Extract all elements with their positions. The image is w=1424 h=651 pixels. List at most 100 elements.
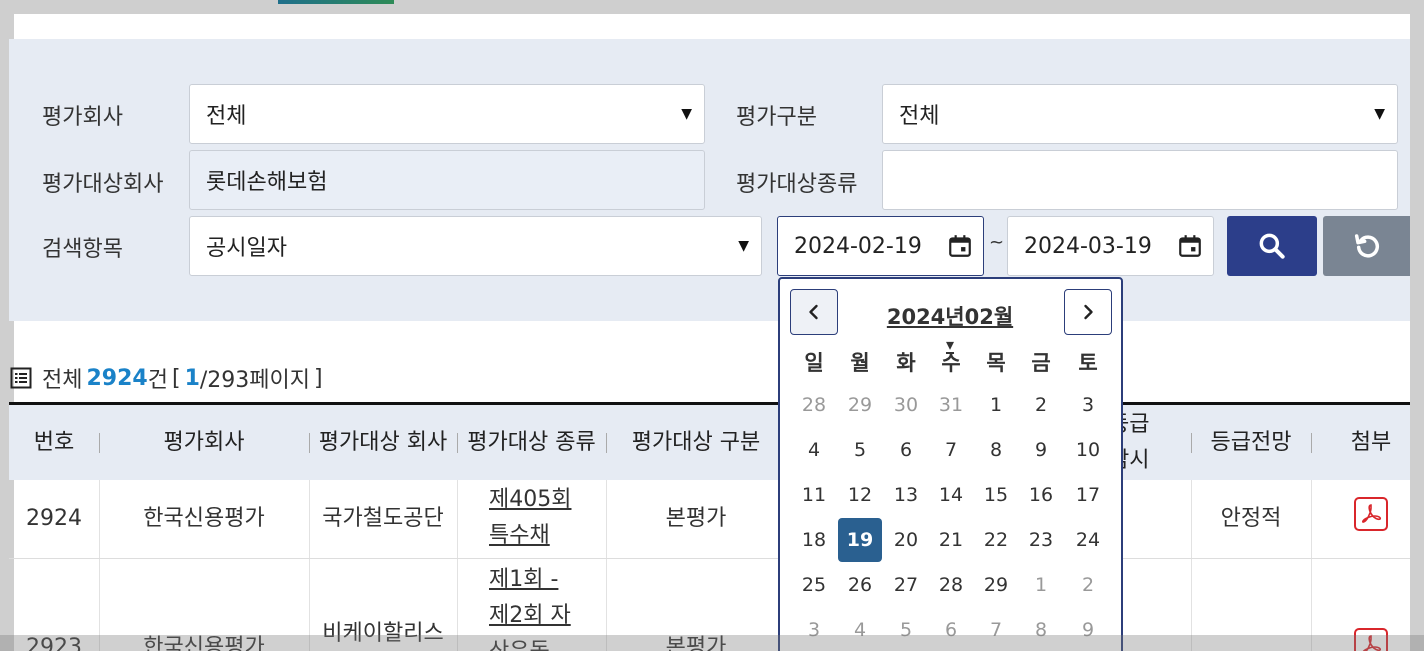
- calendar-day[interactable]: 23: [1019, 518, 1063, 562]
- table-header: 번호 평가회사 평가대상 회사 평가대상 종류 평가대상 구분 등급 감시 등급…: [9, 405, 1424, 480]
- calendar-day[interactable]: 21: [929, 518, 973, 562]
- cell-target-kind-link[interactable]: 제405회: [457, 482, 606, 518]
- datepicker-popup: 2024년02월 ▾ 일 월 화 수 목 금 토 28 29 30 31 1 2 3 4 5 6 7 8 9 10 11 1…: [778, 277, 1123, 651]
- target-company-label: 평가대상회사: [42, 172, 164, 197]
- header-target-type: 평가대상 구분: [631, 429, 761, 455]
- weekday-header: 일: [804, 351, 824, 375]
- calendar-day[interactable]: 28: [929, 563, 973, 607]
- calendar-day[interactable]: 11: [792, 473, 836, 517]
- cell-target-kind-link[interactable]: 제1회 -: [457, 562, 606, 598]
- search-item-select[interactable]: 공시일자 ▼: [189, 216, 762, 276]
- calendar-day[interactable]: 10: [1066, 428, 1110, 472]
- chevron-left-icon: [809, 304, 818, 320]
- calendar-day[interactable]: 26: [838, 563, 882, 607]
- calendar-day[interactable]: 2: [1019, 383, 1063, 427]
- header-target-company: 평가대상 회사: [318, 429, 448, 455]
- calendar-icon[interactable]: [1177, 233, 1203, 259]
- target-kind-label: 평가대상종류: [736, 172, 858, 197]
- date-from-value: 2024-02-19: [794, 233, 922, 259]
- list-icon: [10, 367, 32, 389]
- rating-type-label: 평가구분: [736, 105, 817, 130]
- calendar-day[interactable]: 20: [884, 518, 928, 562]
- cell-target-kind-link[interactable]: 특수채: [457, 518, 606, 554]
- bracket-open: [: [171, 365, 181, 391]
- calendar-day[interactable]: 30: [884, 383, 928, 427]
- calendar-day[interactable]: 16: [1019, 473, 1063, 517]
- date-from-input[interactable]: 2024-02-19: [777, 216, 984, 276]
- calendar-day[interactable]: 27: [884, 563, 928, 607]
- bracket-close: ]: [314, 365, 323, 391]
- calendar-day[interactable]: 15: [974, 473, 1018, 517]
- total-count: 2924: [86, 365, 148, 391]
- cell-target-kind-link[interactable]: 제2회 자: [457, 598, 606, 634]
- caret-down-icon: ▼: [1374, 106, 1385, 122]
- weekday-header: 화: [896, 351, 916, 375]
- next-month-button[interactable]: [1064, 289, 1112, 335]
- calendar-day[interactable]: 14: [929, 473, 973, 517]
- summary-prefix: 전체: [42, 368, 83, 393]
- calendar-day[interactable]: 12: [838, 473, 882, 517]
- calendar-day[interactable]: 29: [838, 383, 882, 427]
- calendar-day[interactable]: 28: [792, 383, 836, 427]
- calendar-icon[interactable]: [947, 233, 973, 259]
- calendar-day[interactable]: 31: [929, 383, 973, 427]
- weekday-header: 목: [986, 351, 1006, 375]
- calendar-day[interactable]: 2: [1066, 563, 1110, 607]
- header-company: 평가회사: [163, 429, 245, 455]
- cell-target-type: 본평가: [665, 506, 727, 531]
- rating-type-value: 전체: [899, 104, 940, 129]
- caret-down-icon: ▼: [738, 238, 749, 254]
- date-to-value: 2024-03-19: [1024, 233, 1152, 259]
- target-kind-field[interactable]: [882, 150, 1398, 210]
- result-summary: 전체 2924 건 [ 1 /293페이지 ]: [10, 362, 323, 394]
- rating-company-label: 평가회사: [42, 105, 123, 130]
- cell-company: 한국신용평가: [143, 506, 265, 531]
- target-company-field[interactable]: 롯데손해보험: [189, 150, 705, 210]
- calendar-day[interactable]: 5: [838, 428, 882, 472]
- calendar-day[interactable]: 4: [792, 428, 836, 472]
- active-tab-indicator: [278, 0, 394, 4]
- calendar-day[interactable]: 1: [1019, 563, 1063, 607]
- rating-type-select[interactable]: 전체 ▼: [882, 84, 1398, 144]
- calendar-day[interactable]: 25: [792, 563, 836, 607]
- date-to-input[interactable]: 2024-03-19: [1007, 216, 1214, 276]
- calendar-day[interactable]: 18: [792, 518, 836, 562]
- calendar-day[interactable]: 6: [884, 428, 928, 472]
- bottom-overlay: [0, 635, 1424, 651]
- chevron-right-icon: [1084, 304, 1093, 320]
- calendar-day[interactable]: 22: [974, 518, 1018, 562]
- target-company-value: 롯데손해보험: [206, 170, 328, 195]
- rating-company-select[interactable]: 전체 ▼: [189, 84, 705, 144]
- search-button[interactable]: [1227, 216, 1317, 276]
- calendar-day[interactable]: 17: [1066, 473, 1110, 517]
- search-item-label: 검색항목: [42, 237, 123, 262]
- pdf-icon[interactable]: [1354, 497, 1388, 531]
- top-bar: [0, 0, 1424, 14]
- cell-outlook: 안정적: [1220, 506, 1282, 531]
- calendar-day-selected[interactable]: 19: [838, 518, 882, 562]
- reset-button[interactable]: [1323, 216, 1413, 276]
- calendar-day[interactable]: 24: [1066, 518, 1110, 562]
- rating-company-value: 전체: [206, 104, 247, 129]
- prev-month-button[interactable]: [790, 289, 838, 335]
- calendar-day[interactable]: 9: [1019, 428, 1063, 472]
- header-attach: 첨부: [1350, 429, 1392, 455]
- month-year-label: 2024년02월: [886, 305, 1014, 329]
- reset-icon: [1354, 234, 1379, 258]
- header-no: 번호: [33, 429, 75, 455]
- calendar-day[interactable]: 13: [884, 473, 928, 517]
- calendar-day[interactable]: 29: [974, 563, 1018, 607]
- calendar-day[interactable]: 3: [1066, 383, 1110, 427]
- calendar-day[interactable]: 1: [974, 383, 1018, 427]
- search-item-value: 공시일자: [206, 236, 287, 261]
- calendar-day[interactable]: 8: [974, 428, 1018, 472]
- column-line: [1311, 480, 1312, 651]
- pdf-symbol-icon: [1362, 504, 1382, 523]
- calendar-day[interactable]: 7: [929, 428, 973, 472]
- weekday-header: 금: [1031, 351, 1051, 375]
- weekday-header: 수: [941, 351, 961, 375]
- summary-unit: 건: [147, 368, 168, 393]
- cell-no: 2924: [26, 506, 82, 531]
- caret-down-icon: ▼: [681, 106, 692, 122]
- header-target-kind: 평가대상 종류: [467, 429, 596, 455]
